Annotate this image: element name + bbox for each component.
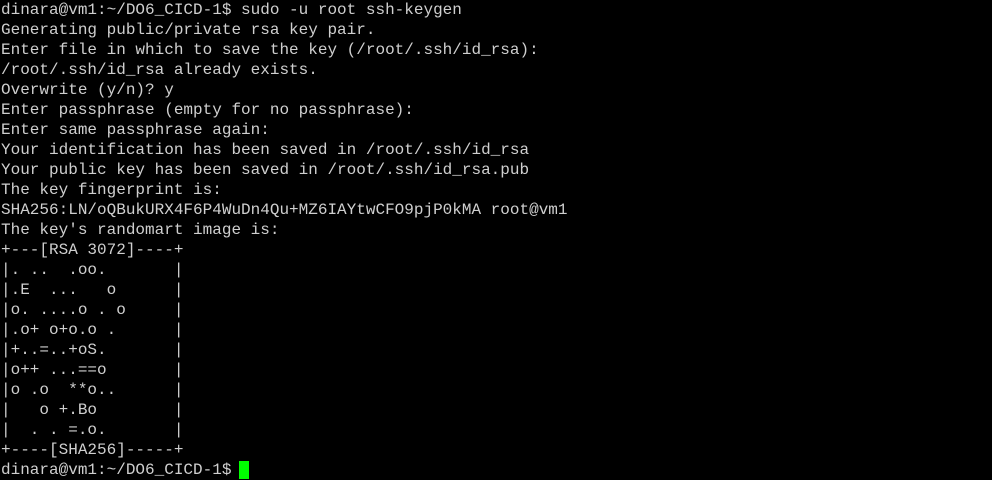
terminal-prompt-line[interactable]: dinara@vm1:~/DO6_CICD-1$ (1, 460, 992, 480)
text-cursor (239, 461, 250, 479)
terminal-output-line: Enter file in which to save the key (/ro… (1, 41, 539, 59)
randomart-row: |o .o **o.. | (1, 381, 184, 399)
terminal-line-command: dinara@vm1:~/DO6_CICD-1$ sudo -u root ss… (1, 1, 462, 19)
randomart-border-top: +---[RSA 3072]----+ (1, 241, 184, 259)
terminal-output-line: Generating public/private rsa key pair. (1, 21, 376, 39)
terminal-output-line: Enter passphrase (empty for no passphras… (1, 101, 414, 119)
terminal-output-line: The key's randomart image is: (1, 221, 280, 239)
randomart-row: |o++ ...==o | (1, 361, 184, 379)
terminal-output-line: Your identification has been saved in /r… (1, 141, 530, 159)
randomart-row: |.E ... o | (1, 281, 184, 299)
shell-prompt: dinara@vm1:~/DO6_CICD-1$ (1, 461, 232, 479)
randomart-row: | . . =.o. | (1, 421, 184, 439)
randomart-row: |.o+ o+o.o . | (1, 321, 184, 339)
terminal-output-line: Enter same passphrase again: (1, 121, 270, 139)
terminal-output-line: Overwrite (y/n)? y (1, 81, 174, 99)
randomart-row: |o. ....o . o | (1, 301, 184, 319)
terminal-window[interactable]: dinara@vm1:~/DO6_CICD-1$ sudo -u root ss… (0, 0, 992, 480)
terminal-output-line: The key fingerprint is: (1, 181, 222, 199)
randomart-border-bottom: +----[SHA256]-----+ (1, 441, 184, 459)
randomart-row: | o +.Bo | (1, 401, 184, 419)
terminal-output-line: Your public key has been saved in /root/… (1, 161, 530, 179)
randomart-row: |. .. .oo. | (1, 261, 184, 279)
fingerprint-line: SHA256:LN/oQBukURX4F6P4WuDn4Qu+MZ6IAYtwC… (1, 201, 568, 219)
randomart-row: |+..=..+oS. | (1, 341, 184, 359)
terminal-output-line: /root/.ssh/id_rsa already exists. (1, 61, 318, 79)
